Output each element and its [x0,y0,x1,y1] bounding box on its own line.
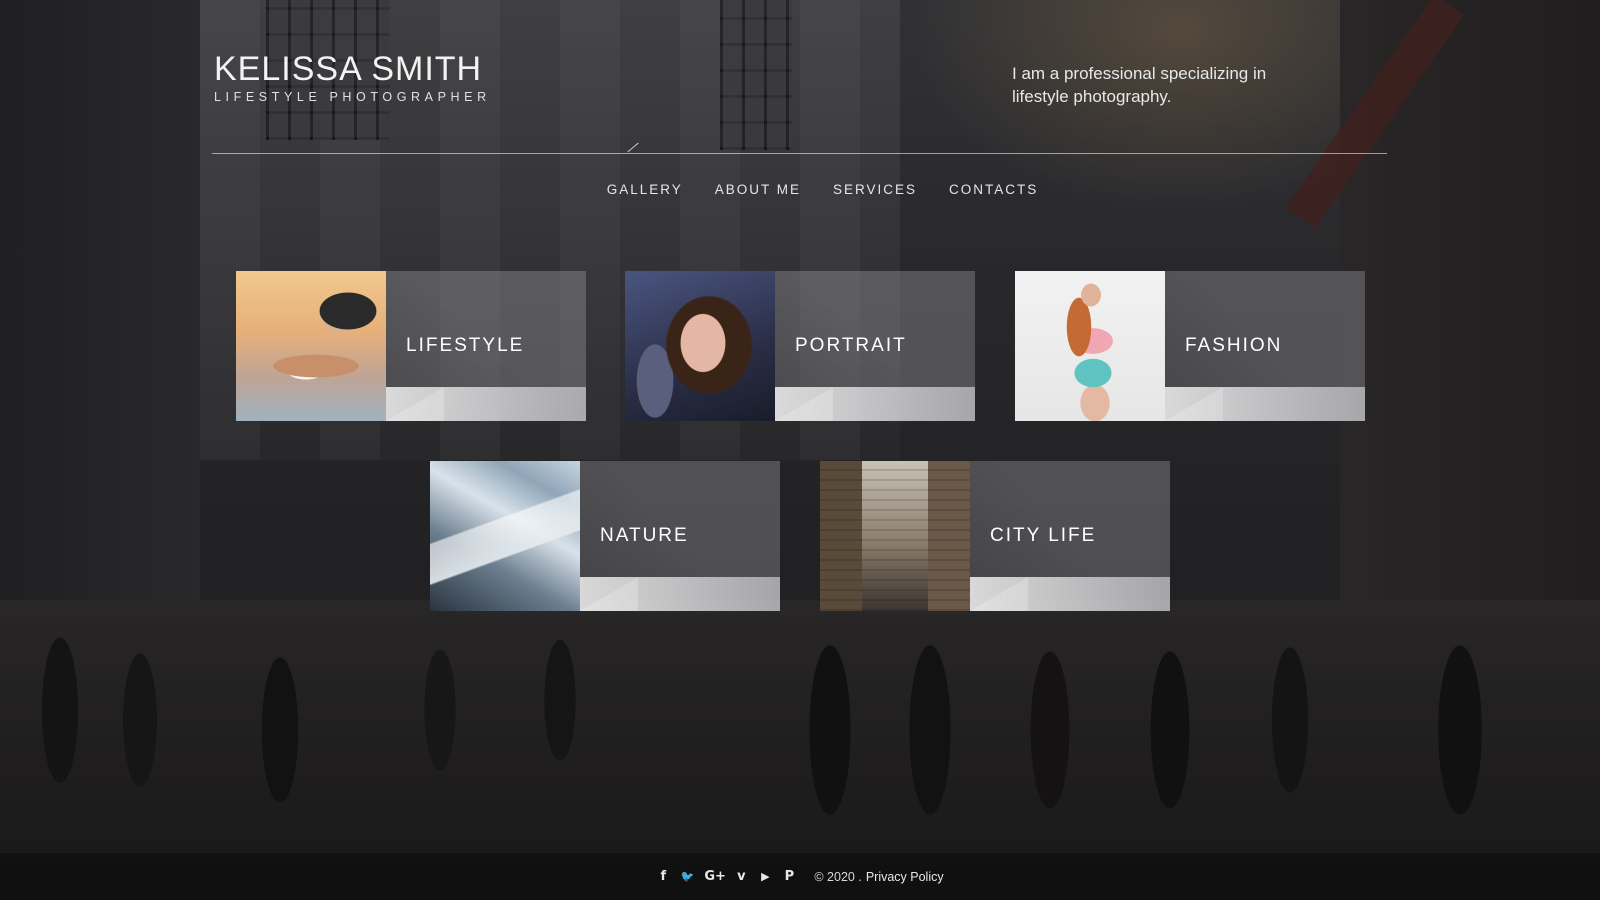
tile-label: NATURE [600,525,689,546]
portrait-thumbnail [625,271,775,421]
brand-subtitle: LIFESTYLE PHOTOGRAPHER [214,90,491,104]
youtube-icon[interactable]: ▶ [758,870,772,883]
social-links: f 🐦 G+ v ▶ P [656,869,796,884]
pinterest-icon[interactable]: P [782,869,796,884]
nav-about-me[interactable]: ABOUT ME [715,182,801,197]
tile-fold-corner [580,577,638,611]
tile-label: LIFESTYLE [406,335,525,356]
nav-gallery[interactable]: GALLERY [607,182,683,197]
nav-services[interactable]: SERVICES [833,182,917,197]
tile-label: CITY LIFE [990,525,1097,546]
gallery-tile-portrait[interactable]: PORTRAIT [625,271,975,421]
gallery-tile-city-life[interactable]: CITY LIFE [820,461,1170,611]
page: KELISSA SMITH LIFESTYLE PHOTOGRAPHER I a… [0,0,1600,900]
tagline: I am a professional specializing in life… [1012,64,1267,106]
tile-fold-corner [775,387,833,421]
tile-label: FASHION [1185,335,1283,356]
footer: f 🐦 G+ v ▶ P © 2020 . Privacy Policy [0,853,1600,900]
google-plus-icon[interactable]: G+ [704,869,726,884]
gallery-tile-fashion[interactable]: FASHION [1015,271,1365,421]
gallery-tile-lifestyle[interactable]: LIFESTYLE [236,271,586,421]
nav-contacts[interactable]: CONTACTS [949,182,1038,197]
copyright-text: © 2020 . [814,869,862,884]
header-divider [212,153,1387,154]
tile-shade [775,271,975,387]
tile-shade [386,271,586,387]
tile-shade [580,461,780,577]
tile-shade [1165,271,1365,387]
gallery-tile-nature[interactable]: NATURE [430,461,780,611]
twitter-icon[interactable]: 🐦 [680,870,695,883]
fashion-thumbnail [1015,271,1165,421]
tile-fold-corner [970,577,1028,611]
privacy-policy-link[interactable]: Privacy Policy [866,870,944,884]
city-life-thumbnail [820,461,970,611]
tile-fold-corner [1165,387,1223,421]
main-nav: GALLERY ABOUT ME SERVICES CONTACTS [0,182,1600,197]
vimeo-icon[interactable]: v [734,869,748,884]
facebook-icon[interactable]: f [656,869,670,884]
brand-logo[interactable]: KELISSA SMITH LIFESTYLE PHOTOGRAPHER [214,50,491,104]
lifestyle-thumbnail [236,271,386,421]
nature-thumbnail [430,461,580,611]
tile-fold-corner [386,387,444,421]
brand-name: KELISSA SMITH [214,50,483,88]
tile-shade [970,461,1170,577]
background-overlay [0,0,1600,900]
tile-label: PORTRAIT [795,335,907,356]
